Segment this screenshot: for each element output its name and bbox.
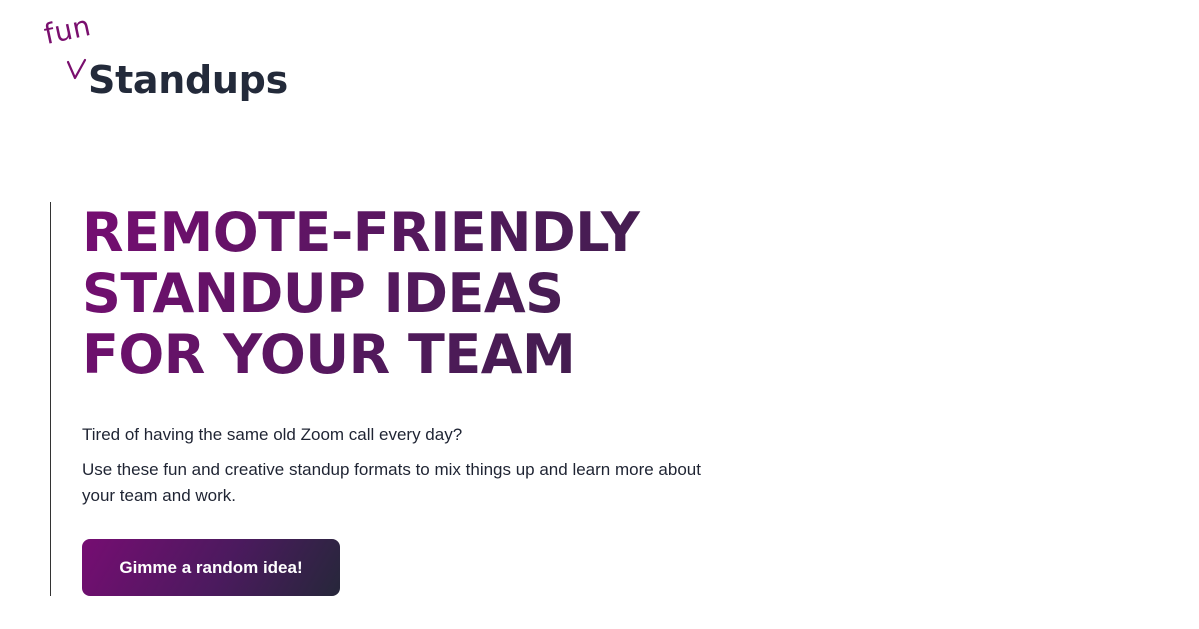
hero-headline: REMOTE-FRIENDLY STANDUP IDEAS FOR YOUR T… [82, 202, 722, 385]
hero-description: Use these fun and creative standup forma… [82, 460, 701, 505]
hero-section: REMOTE-FRIENDLY STANDUP IDEAS FOR YOUR T… [82, 202, 722, 596]
headline-line: REMOTE-FRIENDLY [82, 201, 640, 264]
logo-wordmark: Standups [88, 58, 288, 102]
site-logo[interactable]: fun Standups [41, 9, 318, 108]
caret-icon [66, 58, 87, 80]
headline-line: FOR YOUR TEAM [82, 323, 576, 386]
hero-tagline: Tired of having the same old Zoom call e… [82, 425, 463, 444]
logo-fun-text: fun [41, 8, 94, 52]
random-idea-button[interactable]: Gimme a random idea! [82, 539, 340, 596]
hero-divider [50, 202, 51, 596]
headline-line: STANDUP IDEAS [82, 262, 564, 325]
